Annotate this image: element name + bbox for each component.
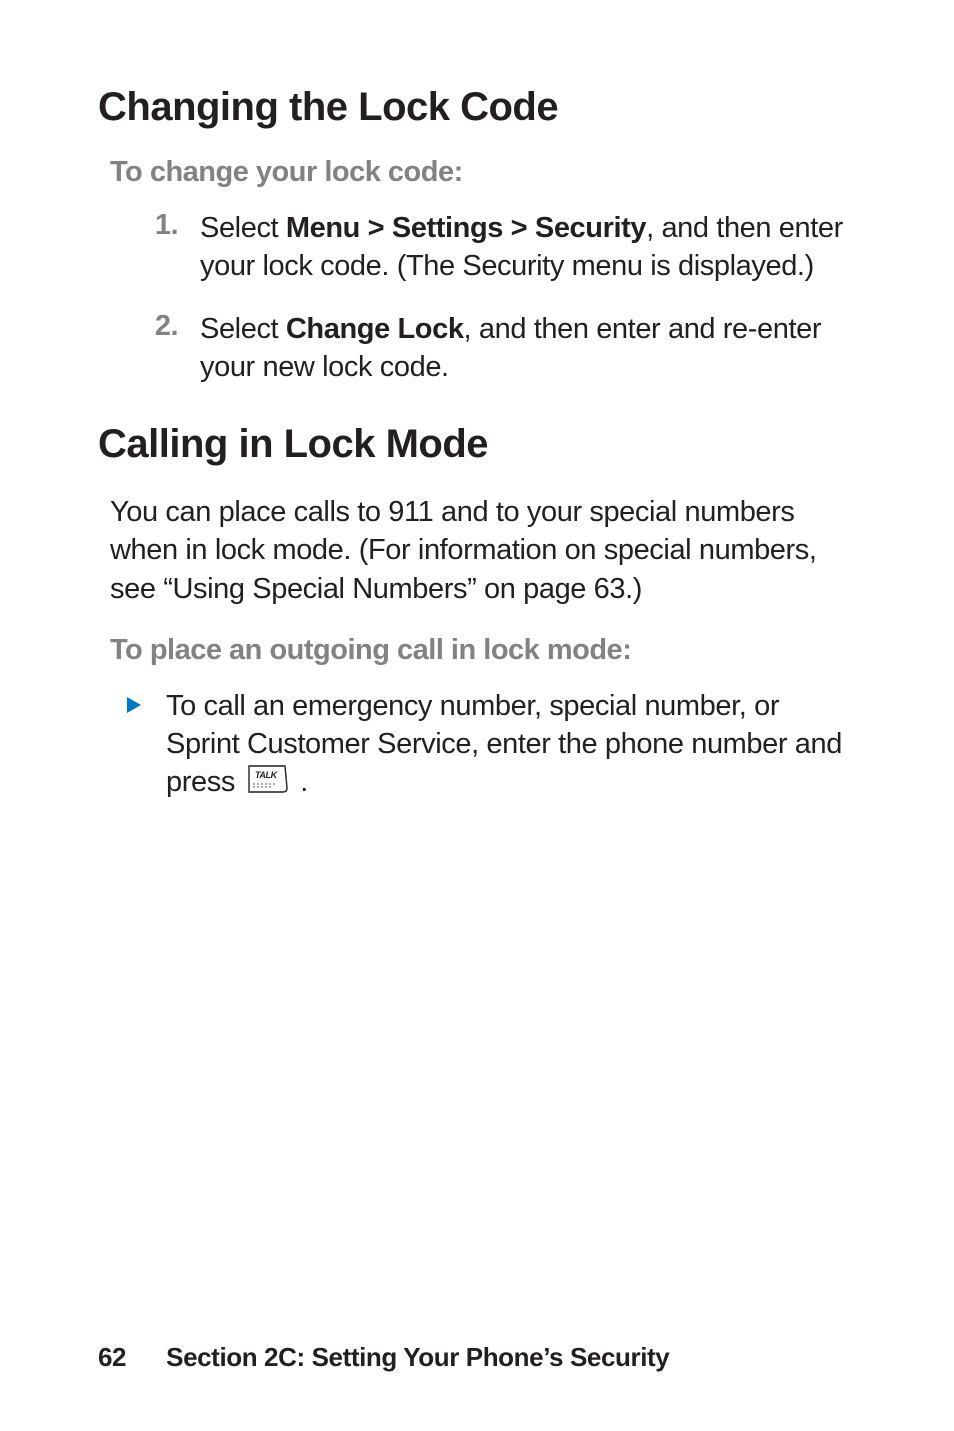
- footer-section-label: Section 2C: Setting Your Phone’s Securit…: [166, 1342, 669, 1372]
- heading-calling-lock-mode: Calling in Lock Mode: [98, 422, 856, 467]
- svg-text:TALK: TALK: [255, 770, 279, 780]
- page-container: Changing the Lock Code To change your lo…: [0, 0, 954, 1431]
- step-body: Select Menu > Settings > Security, and t…: [200, 209, 856, 286]
- step-text-pre: Select: [200, 212, 286, 244]
- bullet-item: To call an emergency number, special num…: [126, 687, 856, 804]
- step-2: 2. Select Change Lock, and then enter an…: [128, 310, 856, 387]
- step-number: 2.: [128, 310, 178, 387]
- bullet-body: To call an emergency number, special num…: [166, 687, 856, 804]
- page-number: 62: [98, 1342, 126, 1372]
- bullet-text-part2: .: [293, 766, 308, 798]
- triangle-bullet-icon: [126, 696, 142, 804]
- subhead-change-code: To change your lock code:: [110, 156, 856, 189]
- step-text-pre: Select: [200, 313, 286, 345]
- step-1: 1. Select Menu > Settings > Security, an…: [128, 209, 856, 286]
- talk-key-icon: TALK: [247, 764, 289, 804]
- step-text-bold: Change Lock: [286, 313, 464, 345]
- step-body: Select Change Lock, and then enter and r…: [200, 310, 856, 387]
- step-text-bold: Menu > Settings > Security: [286, 212, 646, 244]
- page-footer: 62 Section 2C: Setting Your Phone’s Secur…: [98, 1342, 669, 1373]
- heading-changing-lock-code: Changing the Lock Code: [98, 85, 856, 130]
- intro-paragraph: You can place calls to 911 and to your s…: [110, 493, 856, 608]
- step-number: 1.: [128, 209, 178, 286]
- subhead-outgoing-call: To place an outgoing call in lock mode:: [110, 634, 856, 667]
